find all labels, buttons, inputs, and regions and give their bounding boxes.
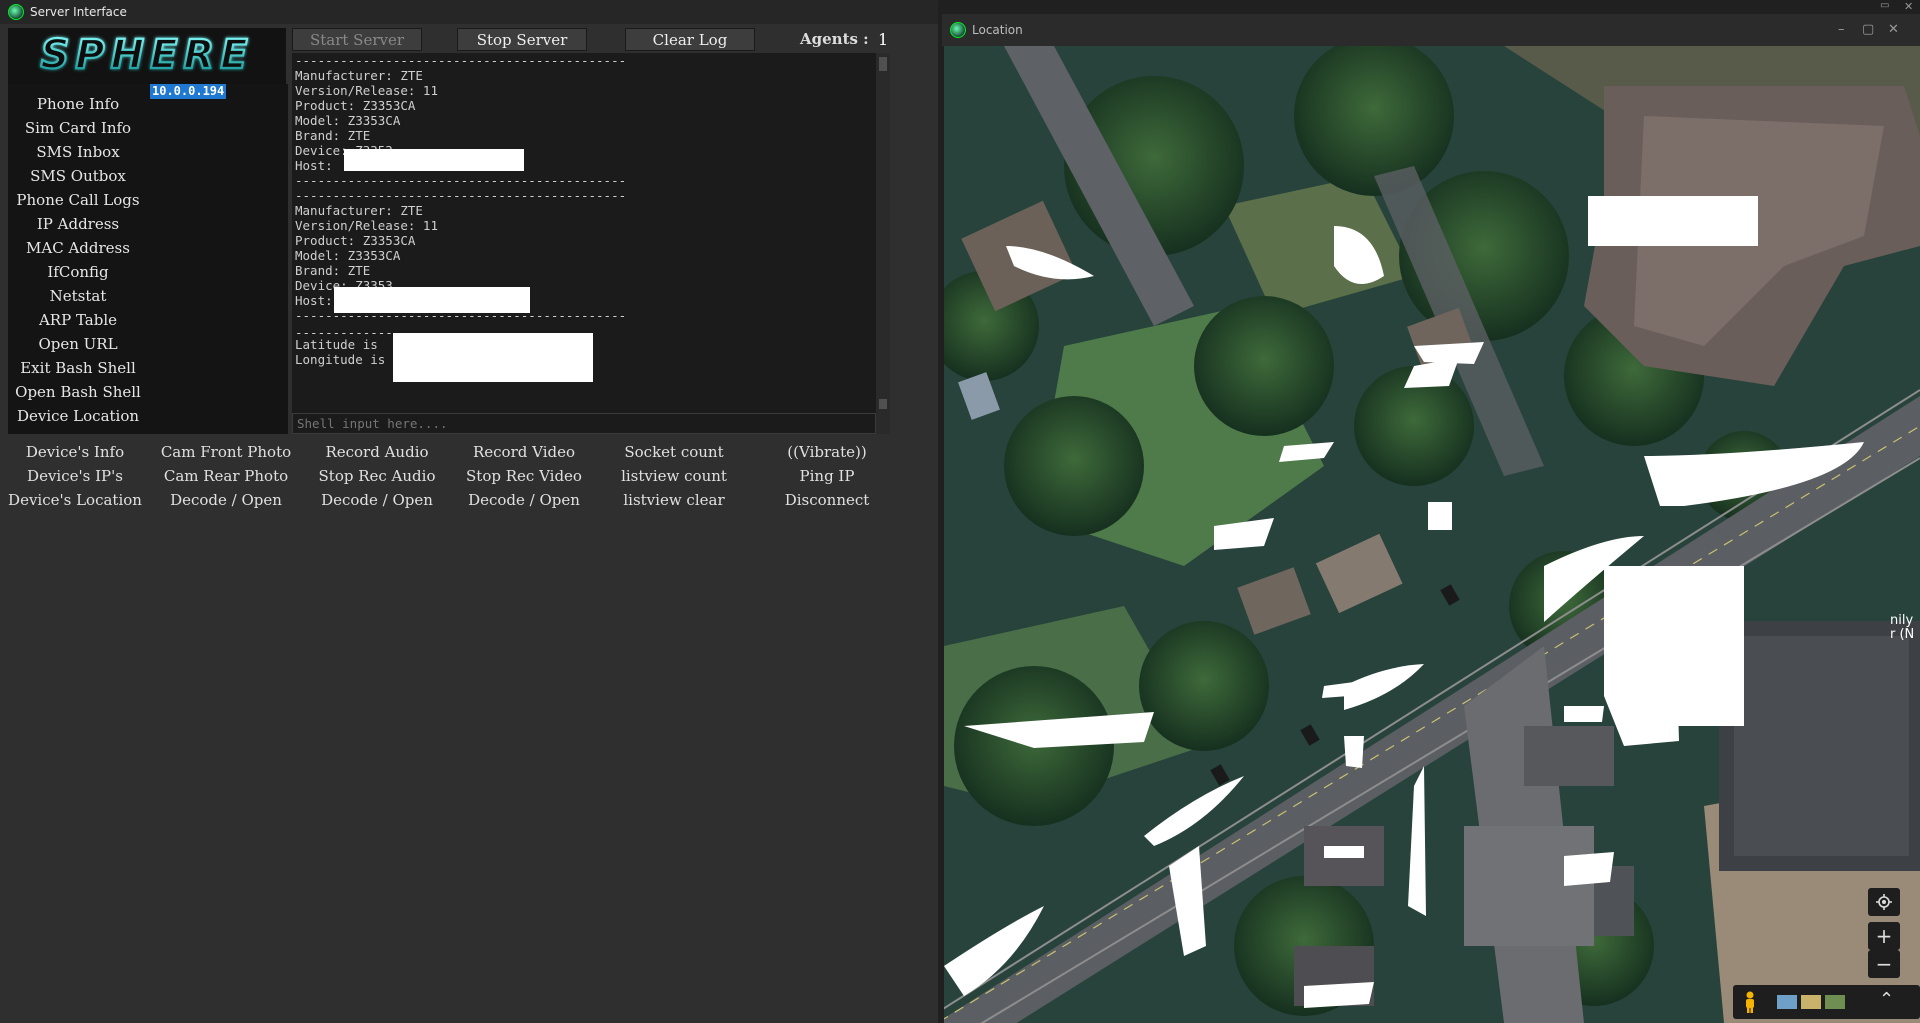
log-line: Brand: ZTE: [295, 263, 371, 278]
server-interface-window: Server Interface SPHERE Start Server Sto…: [0, 0, 938, 1023]
sidebar-item-sms-inbox[interactable]: SMS Inbox: [8, 140, 148, 164]
scroll-down-arrow[interactable]: [879, 399, 887, 409]
street-view-pegman-icon[interactable]: [1743, 991, 1757, 1013]
locate-icon-graphic: [1876, 894, 1892, 910]
map-view-toolbar: ⌃: [1733, 985, 1920, 1019]
satellite-map[interactable]: nily r (N + −: [944, 46, 1920, 1023]
locate-icon[interactable]: [1868, 888, 1900, 916]
decode-open-video-button[interactable]: Decode / Open: [449, 490, 599, 510]
log-line: Manufacturer: ZTE: [295, 203, 423, 218]
log-line: Model: Z3353CA: [295, 248, 401, 263]
redaction-box: [393, 333, 593, 382]
sidebar-item-sms-outbox[interactable]: SMS Outbox: [8, 164, 148, 188]
close-icon[interactable]: ✕: [1888, 22, 1899, 37]
log-line: Version/Release: 11: [295, 218, 438, 233]
log-line: Version/Release: 11: [295, 83, 438, 98]
sidebar-item-netstat[interactable]: Netstat: [8, 284, 148, 308]
app-icon: [950, 22, 966, 38]
sidebar-item-phone-call-logs[interactable]: Phone Call Logs: [8, 188, 148, 212]
log-output: ----------------------------------------…: [292, 53, 876, 413]
stop-rec-audio-button[interactable]: Stop Rec Audio: [302, 466, 452, 486]
command-sidebar: Phone Info Sim Card Info SMS Inbox SMS O…: [8, 84, 148, 434]
satellite-imagery: [944, 46, 1920, 1023]
map-type-terrain-icon[interactable]: [1801, 995, 1821, 1009]
redaction-box: [344, 149, 524, 171]
agent-list[interactable]: 10.0.0.194: [148, 84, 288, 434]
scroll-up-arrow[interactable]: [879, 57, 887, 71]
map-type-map-icon[interactable]: [1777, 995, 1797, 1009]
maximize-icon[interactable]: ▢: [1862, 22, 1874, 37]
log-line: Host:: [295, 158, 333, 173]
socket-count-button[interactable]: Socket count: [599, 442, 749, 462]
sidebar-item-device-location[interactable]: Device Location: [8, 404, 148, 428]
agents-count: 1: [878, 30, 889, 49]
device-location-button[interactable]: Device's Location: [0, 490, 150, 510]
clear-log-button[interactable]: Clear Log: [625, 28, 755, 51]
agents-label: Agents :: [800, 30, 869, 48]
log-line: Manufacturer: ZTE: [295, 68, 423, 83]
sidebar-item-exit-bash-shell[interactable]: Exit Bash Shell: [8, 356, 148, 380]
vibrate-button[interactable]: ((Vibrate)): [752, 442, 902, 462]
minimize-icon[interactable]: –: [1838, 22, 1845, 37]
log-line: Host:: [295, 293, 333, 308]
app-icon: [8, 4, 24, 20]
listview-count-button[interactable]: listview count: [599, 466, 749, 486]
stop-server-button[interactable]: Stop Server: [457, 28, 587, 51]
location-titlebar: Location – ▢ ✕: [942, 14, 1920, 46]
device-info-button[interactable]: Device's Info: [0, 442, 150, 462]
decode-open-photo-button[interactable]: Decode / Open: [151, 490, 301, 510]
stop-rec-video-button[interactable]: Stop Rec Video: [449, 466, 599, 486]
log-line: Model: Z3353CA: [295, 113, 401, 128]
shell-input[interactable]: [292, 413, 876, 434]
location-window-title: Location: [972, 23, 1023, 37]
record-video-button[interactable]: Record Video: [449, 442, 599, 462]
decode-open-audio-button[interactable]: Decode / Open: [302, 490, 452, 510]
log-scrollbar[interactable]: [876, 53, 890, 413]
shell-scrollbar[interactable]: [876, 413, 890, 434]
log-line: Latitude is: [295, 337, 378, 352]
redaction-box: [334, 287, 530, 313]
ping-ip-button[interactable]: Ping IP: [752, 466, 902, 486]
log-line: ----------------------------------------…: [295, 188, 627, 203]
sidebar-item-arp-table[interactable]: ARP Table: [8, 308, 148, 332]
log-line: ----------------------------------------…: [295, 173, 627, 188]
zoom-out-button[interactable]: −: [1868, 950, 1900, 978]
server-window-title: Server Interface: [30, 5, 127, 19]
cam-rear-photo-button[interactable]: Cam Rear Photo: [151, 466, 301, 486]
sidebar-item-open-bash-shell[interactable]: Open Bash Shell: [8, 380, 148, 404]
sphere-logo-graphic: SPHERE: [39, 34, 253, 78]
cam-front-photo-button[interactable]: Cam Front Photo: [151, 442, 301, 462]
device-ips-button[interactable]: Device's IP's: [0, 466, 150, 486]
sidebar-item-open-url[interactable]: Open URL: [8, 332, 148, 356]
sphere-logo: SPHERE: [8, 28, 286, 84]
logo-text: SPHERE: [40, 34, 253, 78]
server-titlebar: Server Interface: [0, 0, 938, 24]
zoom-in-button[interactable]: +: [1868, 922, 1900, 950]
record-audio-button[interactable]: Record Audio: [302, 442, 452, 462]
disconnect-button[interactable]: Disconnect: [752, 490, 902, 510]
sidebar-item-mac-address[interactable]: MAC Address: [8, 236, 148, 260]
listview-clear-button[interactable]: listview clear: [599, 490, 749, 510]
agent-ip-item[interactable]: 10.0.0.194: [150, 84, 227, 99]
outer-close-icon[interactable]: ✕: [1904, 0, 1913, 13]
outer-minimize-icon[interactable]: ▭: [1880, 0, 1889, 11]
log-line: Product: Z3353CA: [295, 233, 416, 248]
sidebar-item-phone-info[interactable]: Phone Info: [8, 92, 148, 116]
start-server-button[interactable]: Start Server: [292, 28, 422, 51]
map-poi-label: nily r (N: [1890, 613, 1915, 642]
pegman-graphic: [1746, 991, 1754, 1013]
log-line: ----------------------------------------…: [295, 53, 627, 68]
sidebar-item-sim-card-info[interactable]: Sim Card Info: [8, 116, 148, 140]
sidebar-item-ifconfig[interactable]: IfConfig: [8, 260, 148, 284]
log-line: Product: Z3353CA: [295, 98, 416, 113]
log-line: Brand: ZTE: [295, 128, 371, 143]
log-line: Longitude is: [295, 352, 386, 367]
expand-chevron-icon[interactable]: ⌃: [1879, 989, 1894, 1010]
sidebar-item-ip-address[interactable]: IP Address: [8, 212, 148, 236]
map-type-satellite-icon[interactable]: [1825, 995, 1845, 1009]
